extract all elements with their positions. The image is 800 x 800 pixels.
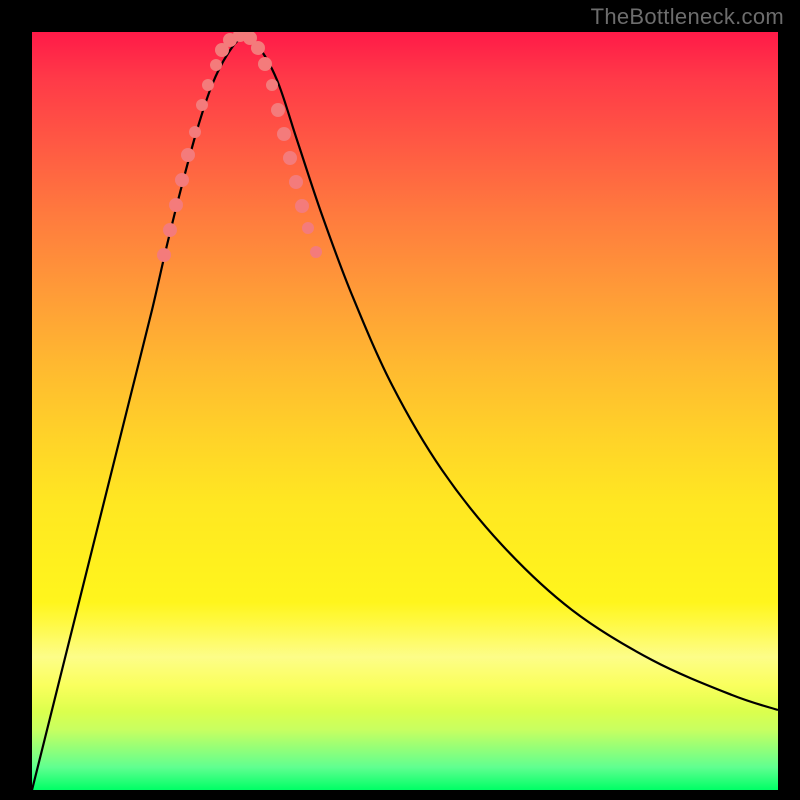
curve-marker	[175, 173, 189, 187]
curve-marker	[210, 59, 222, 71]
curve-marker	[157, 248, 171, 262]
curve-marker	[277, 127, 291, 141]
curve-marker	[163, 223, 177, 237]
watermark-text: TheBottleneck.com	[591, 4, 784, 30]
curve-markers	[157, 32, 322, 262]
curve-marker	[271, 103, 285, 117]
curve-marker	[266, 79, 278, 91]
curve-marker	[310, 246, 322, 258]
bottleneck-curve-path	[32, 37, 778, 790]
curve-marker	[181, 148, 195, 162]
curve-marker	[258, 57, 272, 71]
curve-layer	[32, 32, 778, 790]
curve-marker	[202, 79, 214, 91]
curve-marker	[251, 41, 265, 55]
curve-marker	[283, 151, 297, 165]
curve-marker	[302, 222, 314, 234]
curve-marker	[169, 198, 183, 212]
curve-marker	[295, 199, 309, 213]
curve-marker	[189, 126, 201, 138]
curve-marker	[289, 175, 303, 189]
plot-area	[32, 32, 778, 790]
curve-marker	[196, 99, 208, 111]
